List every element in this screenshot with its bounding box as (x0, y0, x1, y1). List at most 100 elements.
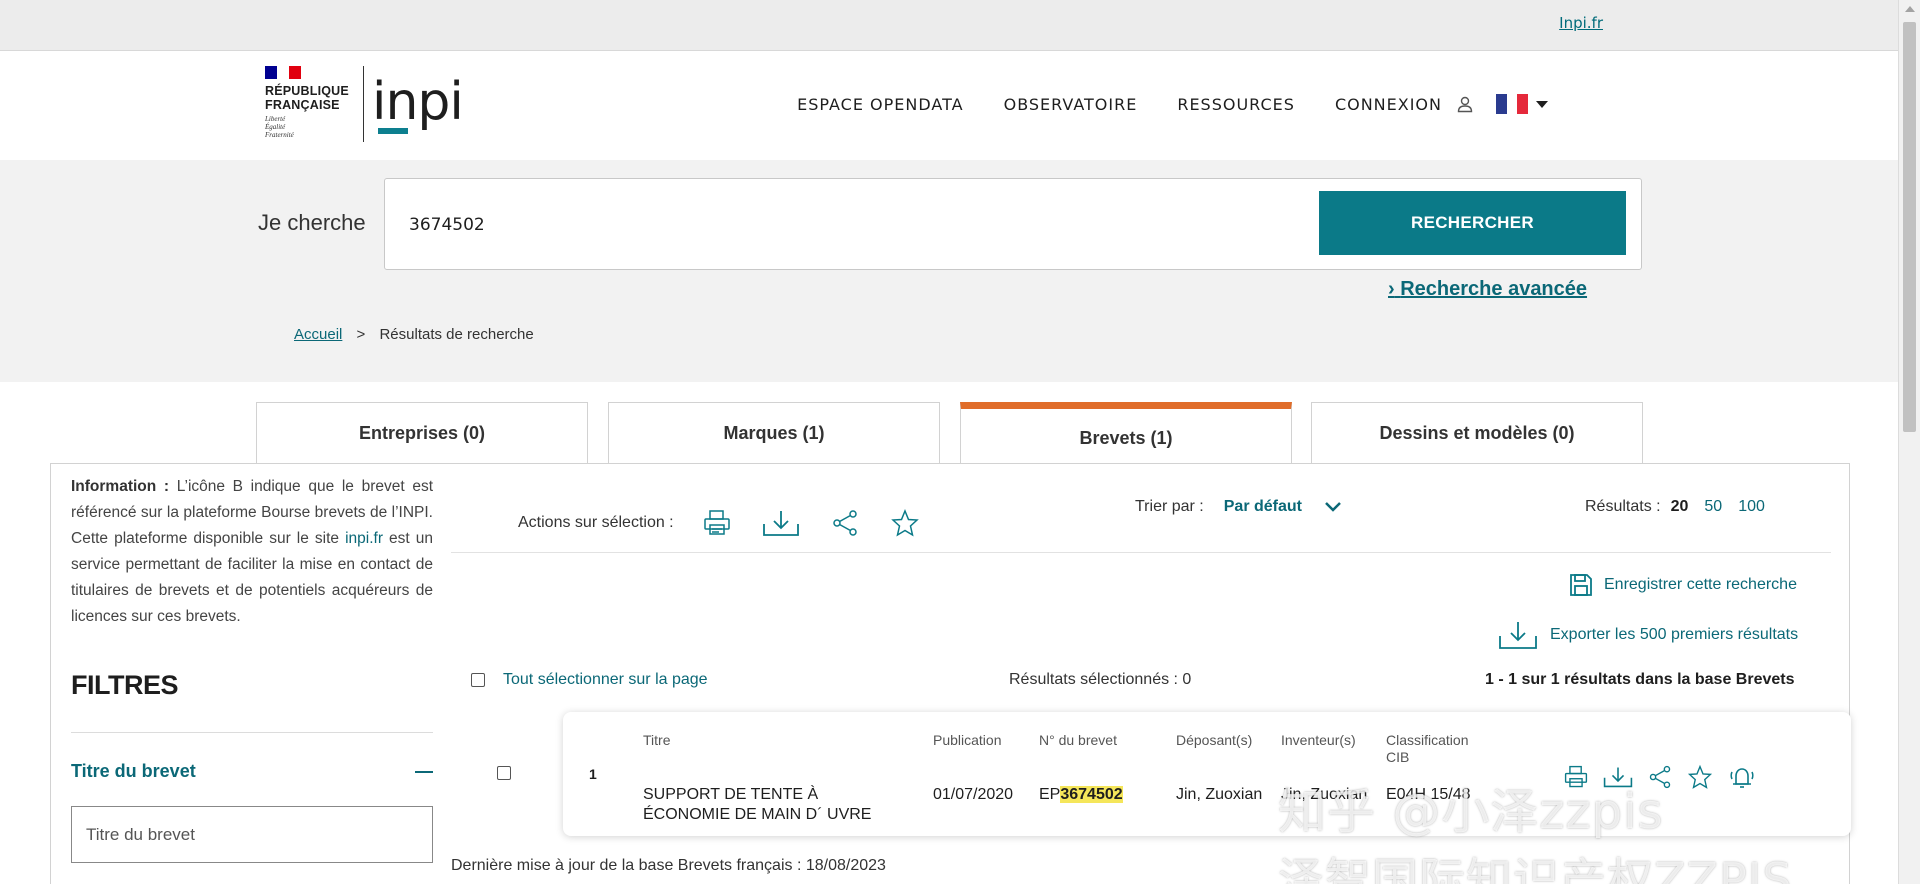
download-icon[interactable] (762, 508, 800, 538)
header-title: Titre (643, 732, 671, 748)
scroll-up-icon[interactable] (1905, 6, 1915, 12)
scrollbar-thumb[interactable] (1903, 22, 1916, 432)
chevron-right-icon: › (1388, 278, 1395, 300)
tab-brevets[interactable]: Brevets (1) (960, 402, 1292, 464)
filters-divider (71, 732, 433, 733)
inpi-fr-link[interactable]: Inpi.fr (1559, 14, 1603, 32)
flag-fr-icon (1496, 94, 1529, 114)
inpi-fr-info-link[interactable]: inpi.fr (345, 530, 383, 547)
nav-ressources[interactable]: RESSOURCES (1177, 95, 1295, 114)
site-header: RÉPUBLIQUE FRANÇAISE Liberté Égalité Fra… (0, 52, 1898, 160)
title-filter-input[interactable] (71, 806, 433, 863)
tab-marques[interactable]: Marques (1) (608, 402, 940, 464)
advanced-search-link[interactable]: › Recherche avancée (1388, 278, 1587, 301)
search-input[interactable] (409, 209, 1289, 241)
result-card[interactable]: 1 Titre SUPPORT DE TENTE À ÉCONOMIE DE M… (563, 712, 1851, 836)
per-page-100[interactable]: 100 (1738, 498, 1765, 516)
inpi-logo[interactable]: inpi (372, 72, 472, 134)
number-highlight: 3674502 (1060, 786, 1123, 803)
main-nav: ESPACE OPENDATA OBSERVATOIRE RESSOURCES … (757, 94, 1548, 114)
selection-actions: Actions sur sélection : (518, 508, 950, 538)
sort-control[interactable]: Trier par : Par défaut (1135, 498, 1342, 516)
search-button[interactable]: RECHERCHER (1319, 191, 1626, 255)
top-utility-bar: Inpi.fr (0, 0, 1898, 51)
row-checkbox[interactable] (497, 766, 511, 780)
breadcrumb-current: Résultats de recherche (379, 326, 534, 343)
user-icon[interactable] (1456, 95, 1474, 113)
header-classification-line1: Classification (1386, 732, 1469, 748)
col-title: Titre SUPPORT DE TENTE À ÉCONOMIE DE MAI… (643, 732, 871, 825)
marianne-flag-icon (265, 66, 301, 79)
results-panel: Information : L’icône B indique que le b… (50, 463, 1851, 884)
header-publication: Publication (933, 732, 1002, 748)
results-summary: 1 - 1 sur 1 résultats dans la base Breve… (1485, 671, 1795, 688)
nav-observatoire[interactable]: OBSERVATOIRE (1004, 95, 1138, 114)
result-title-line2: ÉCONOMIE DE MAIN D´ UVRE (643, 806, 872, 823)
result-classification: E04H 15/48 (1386, 786, 1471, 803)
filters-title: FILTRES (71, 670, 179, 700)
per-page-20[interactable]: 20 (1671, 498, 1689, 516)
rf-motto-line2: Égalité (265, 123, 286, 131)
language-selector[interactable] (1496, 94, 1548, 114)
chevron-down-icon (1536, 100, 1548, 108)
rf-name-line1: RÉPUBLIQUE (265, 84, 349, 98)
header-classification: Classification CIB (1386, 732, 1471, 766)
toolbar-divider (451, 552, 1831, 553)
breadcrumb: Accueil > Résultats de recherche (294, 326, 534, 343)
rf-motto-line1: Liberté (265, 115, 286, 123)
page-scrollbar[interactable] (1898, 0, 1920, 884)
select-all[interactable]: Tout sélectionner sur la page (471, 671, 708, 689)
search-box: RECHERCHER (384, 178, 1642, 270)
chevron-down-icon[interactable] (1324, 501, 1342, 513)
search-band: Je cherche RECHERCHER › Recherche avancé… (0, 160, 1898, 382)
actions-label: Actions sur sélection : (518, 514, 674, 531)
result-index: 1 (589, 766, 597, 782)
save-search-link[interactable]: Enregistrer cette recherche (1568, 572, 1797, 598)
row-download-icon[interactable] (1603, 764, 1633, 790)
rf-name-line2: FRANÇAISE (265, 98, 340, 112)
breadcrumb-separator: > (356, 326, 366, 343)
result-publication: 01/07/2020 (933, 786, 1014, 803)
result-tabs: Entreprises (0) Marques (1) Brevets (1) … (256, 402, 1643, 464)
breadcrumb-home[interactable]: Accueil (294, 326, 342, 343)
col-number: N° du brevet EP3674502 (1039, 732, 1123, 805)
republique-francaise-logo[interactable]: RÉPUBLIQUE FRANÇAISE Liberté Égalité Fra… (265, 66, 365, 139)
nav-connexion[interactable]: CONNEXION (1335, 95, 1442, 114)
header-inventor: Inventeur(s) (1281, 732, 1356, 748)
share-icon[interactable] (830, 508, 860, 538)
row-share-icon[interactable] (1647, 764, 1673, 790)
info-title: Information : (71, 478, 170, 495)
inpi-logo-bar (378, 128, 408, 134)
star-icon[interactable] (890, 508, 920, 538)
export-link[interactable]: Exporter les 500 premiers résultats (1498, 620, 1798, 650)
per-page-label: Résultats : (1585, 498, 1661, 515)
per-page-50[interactable]: 50 (1704, 498, 1722, 516)
collapse-minus-icon[interactable] (415, 771, 433, 773)
filter-section-title-toggle[interactable]: Titre du brevet (71, 761, 433, 782)
result-title[interactable]: SUPPORT DE TENTE À ÉCONOMIE DE MAIN D´ U… (643, 785, 871, 825)
save-search-label: Enregistrer cette recherche (1604, 576, 1797, 593)
tab-entreprises[interactable]: Entreprises (0) (256, 402, 588, 464)
print-icon[interactable] (702, 508, 732, 538)
inpi-logo-text: inpi (372, 72, 464, 132)
header-classification-line2: CIB (1386, 749, 1410, 765)
col-applicant: Déposant(s) Jin, Zuoxian (1176, 732, 1262, 805)
select-all-checkbox[interactable] (471, 673, 485, 687)
alert-bell-icon[interactable] (1727, 764, 1757, 790)
nav-espace-opendata[interactable]: ESPACE OPENDATA (797, 95, 963, 114)
row-actions (1563, 764, 1771, 790)
select-all-label[interactable]: Tout sélectionner sur la page (503, 671, 708, 689)
result-title-line1: SUPPORT DE TENTE À (643, 786, 819, 803)
sort-value[interactable]: Par défaut (1224, 498, 1302, 516)
search-label: Je cherche (258, 210, 366, 235)
advanced-search-label: Recherche avancée (1400, 278, 1588, 300)
header-applicant: Déposant(s) (1176, 732, 1253, 748)
tab-dessins-modeles[interactable]: Dessins et modèles (0) (1311, 402, 1643, 464)
row-print-icon[interactable] (1563, 764, 1589, 790)
logo-divider (363, 66, 364, 142)
filter-section-label: Titre du brevet (71, 761, 196, 781)
export-label: Exporter les 500 premiers résultats (1550, 626, 1799, 643)
result-number[interactable]: EP3674502 (1039, 785, 1123, 805)
row-star-icon[interactable] (1687, 764, 1713, 790)
number-prefix: EP (1039, 786, 1061, 803)
